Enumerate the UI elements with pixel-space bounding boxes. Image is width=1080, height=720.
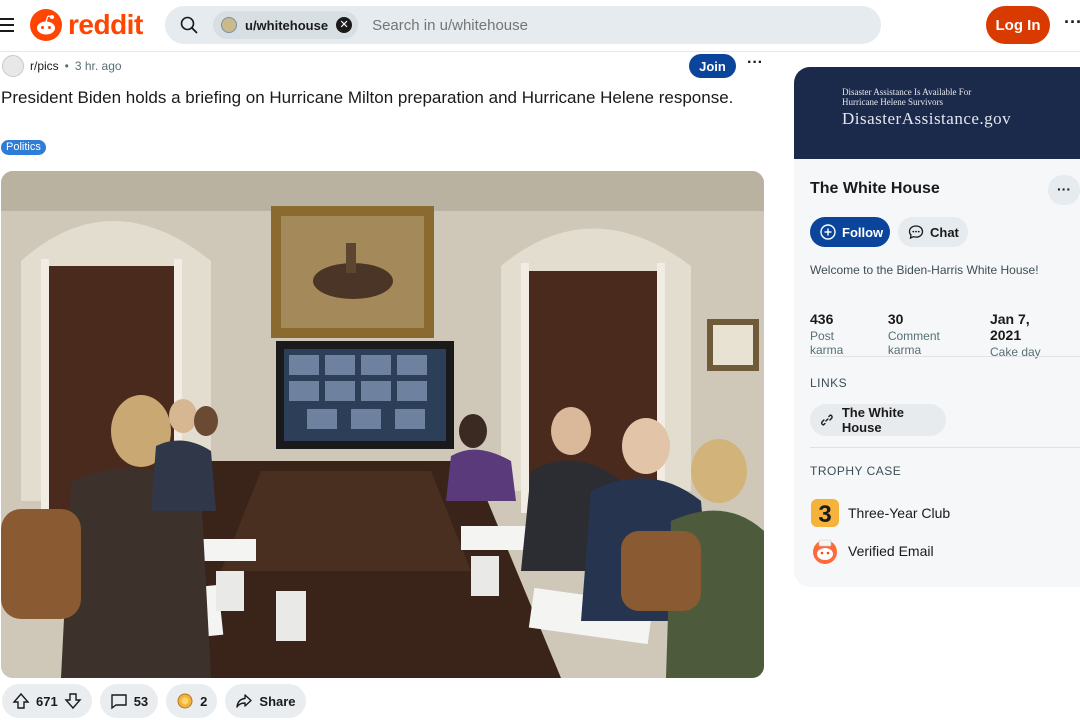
link-white-house[interactable]: The White House: [810, 404, 946, 436]
svg-text:3: 3: [818, 501, 831, 528]
plus-icon: [820, 224, 836, 240]
stat-value: 30: [887, 311, 904, 327]
search-icon: [180, 16, 198, 34]
profile-stats: 436 Post karma 30 Comment karma Jan 7, 2…: [810, 311, 1080, 359]
stat-label: Post karma: [810, 329, 844, 357]
comments-button[interactable]: 53: [99, 684, 159, 718]
profile-name: The White House: [810, 180, 940, 197]
chat-label: Chat: [930, 224, 959, 240]
three-year-club-icon: 3: [811, 499, 839, 528]
post-more-icon[interactable]: ···: [747, 54, 763, 72]
follow-button[interactable]: Follow: [810, 217, 890, 247]
menu-icon[interactable]: [0, 14, 14, 36]
stat-value: Jan 7, 2021: [989, 311, 1030, 343]
award-count: 2: [200, 693, 208, 709]
banner-line2: Hurricane Helene Survivors: [842, 97, 943, 107]
profile-banner[interactable]: Disaster Assistance Is Available For Hur…: [794, 67, 1080, 159]
briefing-photo: [1, 171, 764, 678]
stat-label: Comment karma: [887, 329, 940, 357]
banner-site: DisasterAssistance.gov: [842, 109, 1012, 128]
reddit-logo[interactable]: reddit: [30, 8, 143, 42]
search-bar[interactable]: u/whitehouse ✕: [165, 6, 881, 44]
stat-post-karma: 436 Post karma: [810, 311, 863, 359]
share-icon: [236, 694, 253, 708]
post-image[interactable]: [1, 171, 764, 678]
profile-more-button[interactable]: ···: [1048, 175, 1080, 205]
upvote-icon[interactable]: [12, 692, 30, 710]
link-icon: [821, 414, 833, 426]
divider: [810, 447, 1080, 448]
trophy-three-year-club: 3 Three-Year Club: [810, 498, 950, 528]
search-input[interactable]: [372, 16, 773, 34]
post-title[interactable]: President Biden holds a briefing on Hurr…: [1, 86, 741, 109]
stat-value: 436: [810, 311, 834, 327]
logo-text: reddit: [68, 9, 143, 40]
chat-button[interactable]: Chat: [898, 217, 968, 247]
user-avatar-icon: [221, 17, 237, 33]
downvote-icon[interactable]: [64, 692, 82, 710]
comment-count: 53: [133, 693, 149, 709]
subreddit-avatar-icon[interactable]: [2, 55, 24, 77]
post: r/pics • 3 hr. ago Join ··· President Bi…: [0, 52, 780, 720]
trophy-label: Three-Year Club: [848, 505, 951, 521]
search-scope-label: u/whitehouse: [245, 17, 329, 33]
separator-dot: •: [64, 59, 69, 73]
post-flair[interactable]: Politics: [1, 140, 46, 155]
subreddit-link[interactable]: r/pics: [30, 59, 59, 73]
share-label: Share: [259, 693, 296, 709]
profile-description: Welcome to the Biden-Harris White House!: [810, 263, 1039, 277]
follow-label: Follow: [842, 224, 884, 240]
share-button[interactable]: Share: [225, 684, 306, 718]
chat-icon: [908, 225, 924, 240]
post-meta: r/pics • 3 hr. ago: [2, 54, 122, 78]
login-button[interactable]: Log In: [986, 6, 1050, 44]
trophy-verified-email: Verified Email: [810, 536, 934, 566]
post-time: 3 hr. ago: [74, 59, 122, 73]
banner-line1: Disaster Assistance Is Available For: [842, 87, 972, 97]
links-heading: LINKS: [810, 376, 848, 390]
more-options-icon[interactable]: ···: [1064, 12, 1080, 33]
snoo-icon: [30, 9, 62, 41]
close-icon[interactable]: ✕: [336, 17, 353, 33]
verified-email-icon: [813, 539, 837, 564]
join-button[interactable]: Join: [689, 54, 736, 78]
award-button[interactable]: 2: [166, 684, 218, 718]
comment-icon: [111, 694, 127, 710]
stat-comment-karma: 30 Comment karma: [888, 311, 965, 359]
award-icon: [177, 693, 193, 709]
trophy-label: Verified Email: [848, 543, 934, 559]
trophy-heading: TROPHY CASE: [810, 464, 902, 478]
profile-sidebar: Disaster Assistance Is Available For Hur…: [794, 67, 1080, 587]
post-actions: 671 53 2 Share: [2, 684, 306, 718]
vote-control[interactable]: 671: [2, 684, 92, 718]
link-label: The White House: [841, 405, 904, 435]
top-bar: reddit u/whitehouse ✕ Log In ···: [0, 0, 1080, 52]
divider: [810, 356, 1080, 357]
banner-line1-wrap: Disaster Assistance Is Available For Hur…: [842, 87, 971, 107]
vote-count: 671: [36, 693, 58, 709]
stat-cake-day: Jan 7, 2021 Cake day: [990, 311, 1055, 359]
search-scope-chip[interactable]: u/whitehouse ✕: [213, 11, 359, 39]
